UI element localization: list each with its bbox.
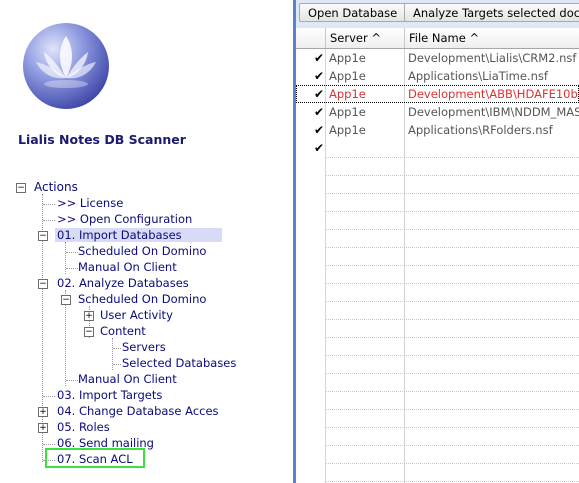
tree-item-content[interactable]: Content [100,323,146,339]
table-row[interactable]: ✔ App1e Development\Lialis\CRM2.nsf [296,49,579,67]
tree-item-import-manual-on-client[interactable]: Manual On Client [78,259,177,275]
empty-row-separator [326,175,579,176]
view-toolbar: Open Database Analyze Targets selected d… [296,0,579,26]
empty-row-separator [326,463,579,464]
table-row[interactable]: ✔ App1e Applications\LiaTime.nsf [296,67,579,85]
empty-row-separator [326,481,579,482]
tree-item-import-targets[interactable]: 03. Import Targets [57,387,162,403]
column-header-file-name[interactable]: File Name ^ [404,28,579,48]
open-database-button[interactable]: Open Database [299,3,407,22]
view-pane: Open Database Analyze Targets selected d… [296,0,579,483]
check-icon: ✔ [314,141,325,155]
empty-row-separator [326,373,579,374]
tree-item-change-database-access[interactable]: 04. Change Database Acces [57,403,219,419]
actions-tree: − Actions >> License >> Open Configurati… [0,178,295,478]
empty-row-separator [326,301,579,302]
collapse-scheduled-icon[interactable]: − [61,295,71,305]
empty-row-separator [326,157,579,158]
table-row[interactable]: ✔ App1e Applications\RFolders.nsf [296,121,579,139]
app-title: Lialis Notes DB Scanner [18,132,186,147]
tree-item-analyze-databases[interactable]: 02. Analyze Databases [57,275,189,291]
lotus-logo-icon [22,22,110,110]
tree-item-analyze-scheduled-on-domino[interactable]: Scheduled On Domino [78,291,206,307]
collapse-actions-icon[interactable]: − [16,183,26,193]
empty-row-separator [326,193,579,194]
empty-row-separator [326,409,579,410]
column-header-server[interactable]: Server ^ [325,28,404,48]
table-row[interactable]: ✔ [296,139,579,157]
empty-row-separator [326,337,579,338]
navigator-pane: Lialis Notes DB Scanner − Actions >> Lic… [0,0,295,483]
scan-acl-highlight-box [45,448,145,468]
tree-item-user-activity[interactable]: User Activity [100,307,173,323]
expand-roles-icon[interactable]: + [38,423,48,433]
empty-row-separator [326,265,579,266]
check-icon: ✔ [314,69,325,83]
empty-row-separator [326,283,579,284]
check-icon: ✔ [314,105,325,119]
database-grid: Server ^ File Name ^ ✔ App1e Development… [296,28,579,483]
empty-row-separator [326,427,579,428]
check-icon: ✔ [314,87,325,101]
empty-row-separator [326,391,579,392]
check-icon: ✔ [314,123,325,137]
empty-row-separator [326,247,579,248]
expand-user-activity-icon[interactable]: + [84,311,94,321]
empty-row-separator [326,445,579,446]
tree-item-open-configuration[interactable]: >> Open Configuration [57,211,192,227]
collapse-content-icon[interactable]: − [84,327,94,337]
collapse-analyze-icon[interactable]: − [38,279,48,289]
collapse-import-icon[interactable]: − [38,231,48,241]
table-row[interactable]: ✔ App1e Development\ABB\HDAFE10bIC [296,85,579,103]
tree-item-analyze-manual-on-client[interactable]: Manual On Client [78,371,177,387]
tree-root-actions[interactable]: Actions [34,179,78,195]
expand-change-access-icon[interactable]: + [38,407,48,417]
tree-item-selected-databases[interactable]: Selected Databases [122,355,236,371]
empty-row-separator [326,229,579,230]
tree-item-import-scheduled-on-domino[interactable]: Scheduled On Domino [78,243,206,259]
tree-item-servers[interactable]: Servers [122,339,166,355]
grid-header: Server ^ File Name ^ [296,28,579,49]
empty-row-separator [326,211,579,212]
table-row[interactable]: ✔ App1e Development\IBM\NDDM_MAS [296,103,579,121]
tree-item-license[interactable]: >> License [57,195,123,211]
check-icon: ✔ [314,51,325,65]
empty-row-separator [326,355,579,356]
analyze-targets-button[interactable]: Analyze Targets selected docs [404,3,579,22]
tree-item-import-databases[interactable]: 01. Import Databases [55,227,222,243]
empty-row-separator [326,319,579,320]
tree-item-roles[interactable]: 05. Roles [57,419,110,435]
